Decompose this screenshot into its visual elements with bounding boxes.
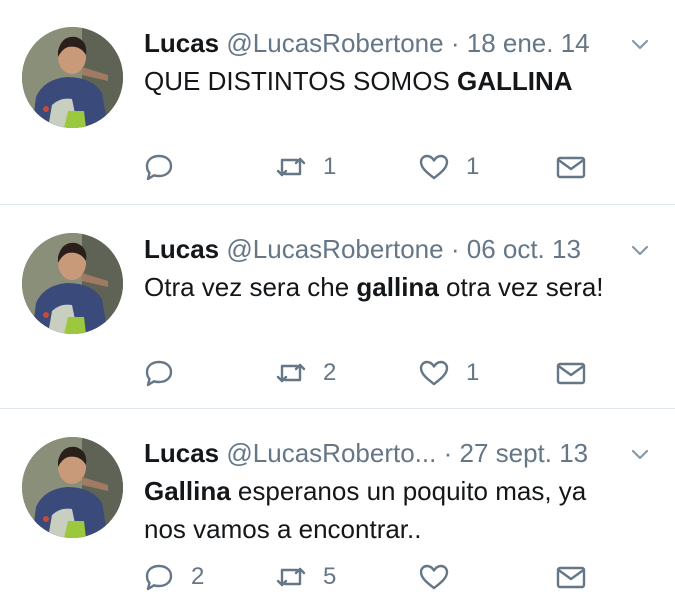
tweet-actions: 2 5 [0, 555, 675, 599]
tweet-header: Lucas @LucasRobertone · 06 oct. 13 [144, 232, 651, 266]
tweet-text: QUE DISTINTOS SOMOS GALLINA [144, 62, 634, 100]
text-segment: Otra vez sera che [144, 272, 357, 302]
text-segment: QUE DISTINTOS SOMOS [144, 66, 458, 96]
text-segment-bold: GALLINA [457, 66, 573, 96]
avatar[interactable] [22, 437, 123, 538]
reply-button[interactable] [143, 145, 191, 189]
tweet-date[interactable]: 06 oct. 13 [467, 234, 581, 264]
tweet-date[interactable]: 18 ene. 14 [467, 28, 590, 58]
direct-message-button[interactable] [555, 555, 587, 599]
author-name[interactable]: Lucas [144, 234, 219, 264]
retweet-icon [276, 567, 306, 587]
tweet-text: Gallina esperanos un poquito mas, ya nos… [144, 472, 634, 548]
reply-icon [145, 564, 173, 591]
author-handle[interactable]: @LucasRoberto... [226, 438, 436, 468]
reply-icon [145, 360, 173, 387]
retweet-icon [276, 157, 306, 177]
retweet-icon [276, 363, 306, 383]
like-count: 1 [466, 153, 480, 180]
like-button[interactable] [418, 555, 466, 599]
tweet-feed: Lucas @LucasRobertone · 18 ene. 14 QUE D… [0, 0, 675, 611]
retweet-button[interactable]: 5 [275, 555, 336, 599]
heart-icon [419, 360, 449, 386]
author-handle[interactable]: @LucasRobertone [226, 28, 443, 58]
retweet-count: 2 [323, 359, 337, 386]
tweet[interactable]: Lucas @LucasRoberto... · 27 sept. 13 Gal… [0, 410, 675, 611]
avatar[interactable] [22, 27, 123, 128]
direct-message-button[interactable] [555, 351, 587, 395]
chevron-down-icon[interactable] [629, 239, 651, 261]
separator: · [450, 234, 460, 264]
tweet-actions: 2 1 [0, 351, 675, 395]
heart-icon [419, 564, 449, 590]
tweet-actions: 1 1 [0, 145, 675, 189]
tweet-header: Lucas @LucasRobertone · 18 ene. 14 [144, 26, 651, 60]
reply-button[interactable]: 2 [143, 555, 204, 599]
author-name[interactable]: Lucas [144, 28, 219, 58]
reply-button[interactable] [143, 351, 191, 395]
retweet-count: 5 [323, 563, 337, 590]
tweet-date[interactable]: 27 sept. 13 [459, 438, 588, 468]
chevron-down-icon[interactable] [629, 443, 651, 465]
heart-icon [419, 154, 449, 180]
envelope-icon [556, 362, 586, 385]
tweet[interactable]: Lucas @LucasRobertone · 06 oct. 13 Otra … [0, 206, 675, 409]
reply-count: 2 [191, 563, 205, 590]
retweet-button[interactable]: 1 [275, 145, 336, 189]
tweet[interactable]: Lucas @LucasRobertone · 18 ene. 14 QUE D… [0, 0, 675, 205]
envelope-icon [556, 156, 586, 179]
text-segment-bold: gallina [356, 272, 439, 302]
separator: · [443, 438, 453, 468]
retweet-button[interactable]: 2 [275, 351, 336, 395]
envelope-icon [556, 566, 586, 589]
text-segment-bold: Gallina [144, 476, 231, 506]
tweet-header: Lucas @LucasRoberto... · 27 sept. 13 [144, 436, 651, 470]
author-handle[interactable]: @LucasRobertone [226, 234, 443, 264]
direct-message-button[interactable] [555, 145, 587, 189]
chevron-down-icon[interactable] [629, 33, 651, 55]
author-name[interactable]: Lucas [144, 438, 219, 468]
like-button[interactable]: 1 [418, 145, 479, 189]
like-button[interactable]: 1 [418, 351, 479, 395]
avatar[interactable] [22, 233, 123, 334]
reply-icon [145, 154, 173, 181]
tweet-text: Otra vez sera che gallina otra vez sera! [144, 268, 634, 306]
separator: · [450, 28, 460, 58]
like-count: 1 [466, 359, 480, 386]
text-segment: otra vez sera! [438, 272, 604, 302]
retweet-count: 1 [323, 153, 337, 180]
